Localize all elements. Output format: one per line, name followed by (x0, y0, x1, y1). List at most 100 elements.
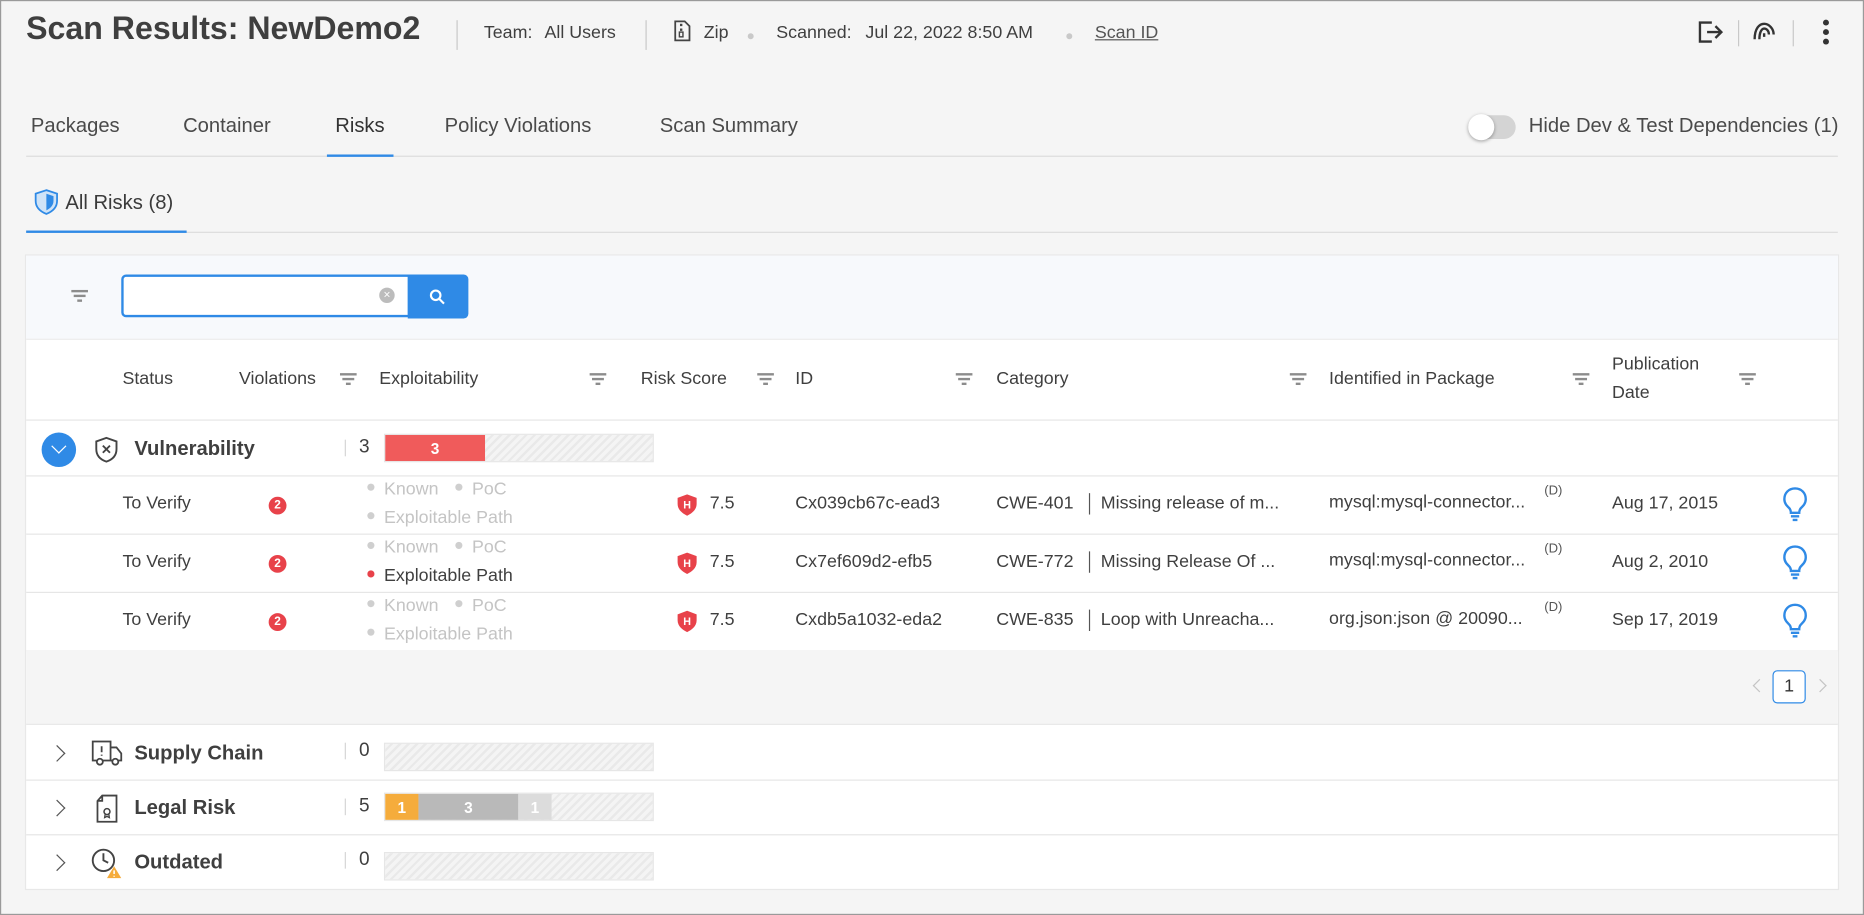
column-risk-score: Risk Score (640, 368, 727, 389)
row-divider (26, 834, 1838, 836)
publication-date-filter-icon[interactable] (1739, 373, 1756, 385)
collapse-vulnerability-button[interactable] (41, 432, 77, 468)
column-exploitability: Exploitability (379, 368, 479, 389)
tab-packages[interactable]: Packages (31, 114, 120, 138)
shield-icon (34, 189, 58, 215)
package-flag: (D) (1544, 541, 1563, 557)
page-1-button[interactable]: 1 (1772, 670, 1806, 704)
more-options-icon[interactable] (1821, 19, 1831, 45)
cwe-cell: CWE-401 (996, 493, 1074, 514)
clock-warning-icon (91, 848, 122, 879)
risk-id-cell[interactable]: Cx7ef609d2-efb5 (795, 551, 932, 571)
subtab-divider (26, 231, 1838, 233)
package-cell[interactable]: mysql:mysql-connector... (1329, 492, 1525, 512)
fingerprint-icon[interactable] (1752, 20, 1776, 41)
exploitability-filter-icon[interactable] (589, 373, 607, 385)
package-flag: (D) (1544, 483, 1563, 498)
package-cell[interactable]: org.json:json @ 20090... (1329, 608, 1523, 628)
header-divider (26, 419, 1838, 421)
violations-filter-icon[interactable] (339, 373, 357, 385)
high-risk-icon: H (677, 610, 697, 633)
tab-container[interactable]: Container (183, 114, 271, 138)
category-divider (1088, 493, 1091, 515)
package-filter-icon[interactable] (1572, 373, 1590, 385)
status-cell: To Verify (122, 609, 191, 630)
publication-date-cell: Aug 17, 2015 (1611, 493, 1719, 514)
violations-badge: 2 (268, 554, 287, 573)
package-flag: (D) (1544, 600, 1563, 615)
high-risk-icon: H (677, 494, 697, 516)
tab-policy-violations[interactable]: Policy Violations (445, 114, 592, 138)
row-divider (26, 723, 1838, 725)
active-subtab-indicator (26, 230, 187, 233)
search-icon (429, 289, 445, 305)
header-divider (645, 20, 647, 50)
group-legal-risk-label[interactable]: Legal Risk (134, 796, 235, 820)
column-category: Category (996, 368, 1069, 389)
category-divider (1088, 609, 1091, 631)
hide-dev-toggle[interactable] (1468, 114, 1516, 141)
severity-segment: 3 (418, 793, 519, 820)
column-id: ID (795, 368, 814, 389)
risk-id-cell[interactable]: Cx039cb67c-ead3 (795, 493, 940, 513)
outdated-count: 0 (359, 849, 370, 870)
app-window: Scan Results: NewDemo2 Team: All Users Z… (0, 0, 1864, 915)
pagination-area (26, 650, 1838, 724)
risk-level-letter: H (683, 558, 691, 570)
exploit-path-label: Exploitable Path (383, 565, 513, 586)
group-vulnerability-label[interactable]: Vulnerability (134, 437, 255, 461)
group-outdated-label[interactable]: Outdated (134, 851, 223, 875)
cwe-cell: CWE-772 (996, 551, 1074, 572)
zip-file-icon (674, 20, 691, 42)
id-filter-icon[interactable] (955, 373, 973, 385)
risks-panel (24, 254, 1840, 891)
hide-dev-label: Hide Dev & Test Dependencies (1) (1528, 114, 1839, 137)
exploit-path: Exploitable Path (367, 507, 513, 528)
vulnerability-severity-bar: 3 (383, 433, 654, 463)
publication-date-cell: Aug 2, 2010 (1611, 551, 1709, 572)
search-button[interactable] (407, 274, 469, 319)
search-box: × (121, 274, 411, 318)
tab-scan-summary[interactable]: Scan Summary (660, 114, 798, 138)
risk-level-letter: H (683, 616, 691, 628)
subtab-all-risks[interactable]: All Risks (8) (65, 191, 173, 215)
separator-dot (747, 33, 754, 40)
lightbulb-icon[interactable] (1782, 544, 1808, 580)
category-filter-icon[interactable] (1289, 373, 1307, 385)
group-divider (344, 852, 346, 869)
exploit-known-label: Known (383, 478, 439, 500)
separator-dot (1066, 33, 1073, 40)
severity-segment: 3 (385, 434, 486, 462)
scan-id-link[interactable]: Scan ID (1095, 23, 1158, 43)
group-supply-chain-label[interactable]: Supply Chain (134, 742, 263, 766)
exploit-poc-label: PoC (472, 537, 507, 558)
chevron-down-icon (51, 438, 67, 454)
exploit-path-label: Exploitable Path (383, 623, 513, 645)
exploit-path: Exploitable Path (367, 566, 513, 586)
tab-risks[interactable]: Risks (335, 114, 384, 138)
lightbulb-icon[interactable] (1782, 602, 1808, 638)
category-cell: Missing Release Of ... (1100, 551, 1276, 572)
violations-badge: 2 (268, 613, 287, 631)
severity-segment: 1 (518, 793, 552, 820)
package-cell[interactable]: mysql:mysql-connector... (1329, 550, 1525, 570)
export-icon[interactable] (1698, 20, 1724, 44)
exploit-known-poc: Known PoC (367, 537, 507, 558)
high-risk-icon: H (677, 552, 697, 574)
team-value: All Users (544, 22, 616, 43)
category-cell: Loop with Unreacha... (1100, 609, 1275, 630)
risk-id-cell[interactable]: Cxdb5a1032-eda2 (795, 610, 942, 630)
lightbulb-icon[interactable] (1782, 486, 1808, 522)
exploit-poc-label: PoC (472, 478, 507, 500)
column-publication-date-line2: Date (1611, 382, 1650, 403)
search-input[interactable] (130, 282, 369, 309)
filter-icon[interactable] (71, 289, 88, 302)
severity-segment: 1 (385, 793, 419, 820)
row-divider (26, 591, 1838, 593)
page-title: Scan Results: NewDemo2 (26, 10, 421, 47)
supply-chain-count: 0 (359, 740, 370, 761)
risk-score-filter-icon[interactable] (757, 373, 774, 385)
clear-search-icon[interactable]: × (379, 287, 395, 304)
category-cell: Missing release of m... (1100, 493, 1280, 514)
status-cell: To Verify (122, 493, 191, 514)
